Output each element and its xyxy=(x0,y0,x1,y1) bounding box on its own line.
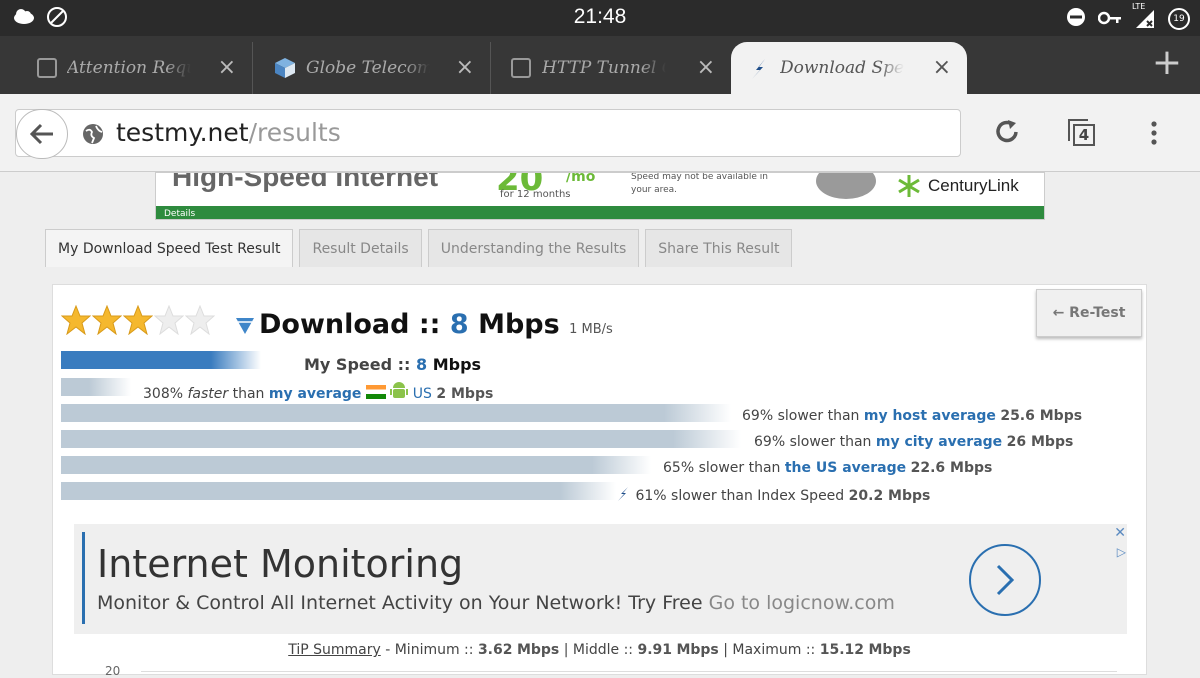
dnd-icon xyxy=(1066,7,1086,31)
ad-go-button[interactable] xyxy=(969,544,1041,616)
tab-share[interactable]: Share This Result xyxy=(645,229,793,267)
chart-gridline xyxy=(141,671,1117,672)
comparison-bar xyxy=(61,430,741,448)
comparison-bar xyxy=(61,482,616,500)
star-empty-icon xyxy=(154,305,184,335)
chart-y-tick: 20 xyxy=(105,664,121,678)
key-icon xyxy=(1097,10,1122,29)
back-arrow-icon xyxy=(29,123,53,145)
battery-icon: 19 xyxy=(1168,8,1190,30)
brand-logo: CenturyLink xyxy=(896,173,1019,199)
android-icon xyxy=(390,382,409,404)
browser-toolbar: testmy.net/results 4 xyxy=(0,94,1200,172)
browser-tab-strip: Attention Requir × Globe Telecom & × HTT… xyxy=(0,36,1200,94)
tab-result-details[interactable]: Result Details xyxy=(299,229,422,267)
tip-summary: TiP Summary - Minimum :: 3.62 Mbps | Mid… xyxy=(288,642,911,658)
tab-my-result[interactable]: My Download Speed Test Result xyxy=(45,229,294,267)
close-tab-icon[interactable]: × xyxy=(218,55,236,80)
piggy-bank-image xyxy=(816,173,876,199)
comparison-row: 65% slower than the US average 22.6 Mbps xyxy=(663,460,993,476)
cube-icon xyxy=(273,56,297,85)
signal-icon: LTE xyxy=(1132,2,1156,30)
lightning-icon xyxy=(749,58,769,85)
ad-info-icon[interactable]: ▷ xyxy=(1117,545,1126,559)
close-tab-icon[interactable]: × xyxy=(933,55,951,80)
comparison-row: 69% slower than my city average 26 Mbps xyxy=(754,434,1074,450)
browser-tab[interactable]: Attention Requir × xyxy=(0,42,253,94)
browser-tab-active[interactable]: Download Speed Te × xyxy=(731,42,967,94)
address-bar[interactable]: testmy.net/results xyxy=(15,109,961,159)
star-rating xyxy=(61,305,215,335)
url-text: testmy.net/results xyxy=(116,118,341,147)
comparison-row: 308% faster than my average US 2 Mbps xyxy=(143,382,493,404)
browser-tab[interactable]: HTTP Tunnel G × xyxy=(491,42,731,94)
blank-page-icon xyxy=(37,58,57,78)
comparison-bar xyxy=(61,456,651,474)
back-button[interactable] xyxy=(16,109,68,159)
tab-understanding[interactable]: Understanding the Results xyxy=(427,229,640,267)
retest-button[interactable]: ← Re-Test xyxy=(1036,289,1142,337)
download-headline: Download :: 8 Mbps 1 MB/s xyxy=(259,309,613,340)
close-tab-icon[interactable]: × xyxy=(697,55,715,80)
menu-icon[interactable] xyxy=(1150,121,1158,149)
close-tab-icon[interactable]: × xyxy=(456,55,474,80)
comparison-bar xyxy=(61,378,131,396)
star-filled-icon xyxy=(123,305,153,335)
star-empty-icon xyxy=(185,305,215,335)
star-filled-icon xyxy=(92,305,122,335)
tab-switcher-button[interactable]: 4 xyxy=(1068,119,1096,151)
comparison-bar xyxy=(61,404,731,422)
status-bar: 21:48 LTE 19 xyxy=(0,0,1200,36)
result-tabs: My Download Speed Test Result Result Det… xyxy=(45,229,793,267)
chevron-right-icon xyxy=(996,564,1015,596)
globe-icon xyxy=(82,123,104,149)
new-tab-button[interactable]: + xyxy=(1152,42,1182,83)
clock: 21:48 xyxy=(573,5,627,28)
banner-ad[interactable]: High-Speed Internet 20 /mo for 12 months… xyxy=(155,172,1045,220)
my-speed-bar xyxy=(61,351,261,369)
my-speed-label: My Speed :: 8 Mbps xyxy=(304,355,482,374)
lightning-icon xyxy=(615,486,631,506)
browser-tab[interactable]: Globe Telecom & × xyxy=(253,42,491,94)
reload-button[interactable] xyxy=(994,118,1022,150)
text-ad[interactable]: Internet Monitoring Monitor & Control Al… xyxy=(74,524,1127,634)
ad-close-icon[interactable]: ✕ xyxy=(1114,525,1126,541)
result-card: Download :: 8 Mbps 1 MB/s ← Re-Test My S… xyxy=(52,284,1147,678)
india-flag-icon xyxy=(365,385,386,399)
comparison-row: 69% slower than my host average 25.6 Mbp… xyxy=(742,408,1083,424)
download-arrow-icon xyxy=(235,317,255,339)
blank-page-icon xyxy=(511,58,531,78)
star-filled-icon xyxy=(61,305,91,335)
comparison-row: 61% slower than Index Speed 20.2 Mbps xyxy=(615,486,930,506)
